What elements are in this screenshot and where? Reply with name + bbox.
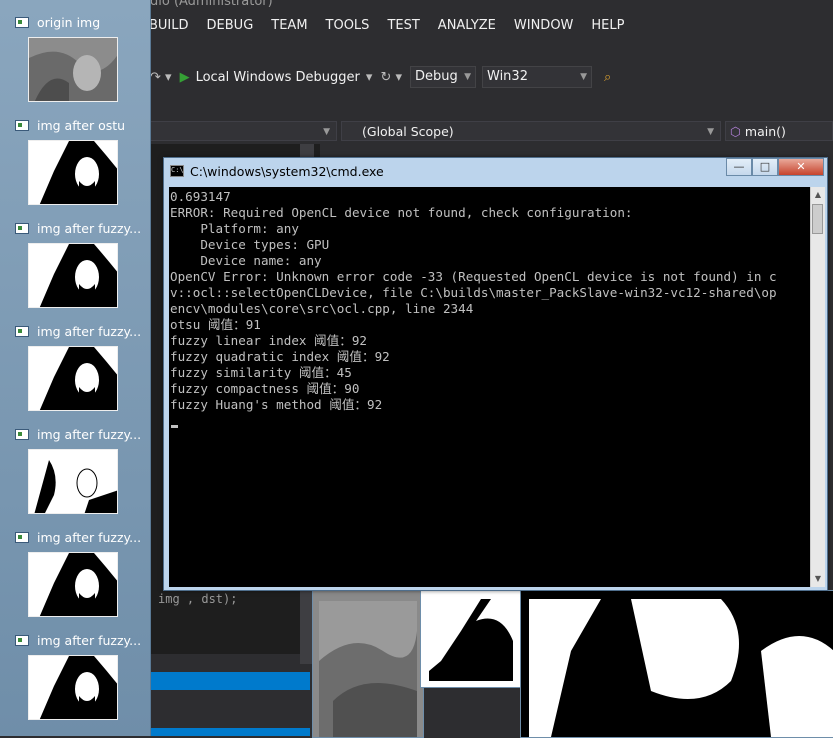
image-window-item[interactable]: img after fuzzy... xyxy=(0,624,150,727)
lena-gray-image xyxy=(313,591,423,737)
console-scrollbar[interactable]: ▲ ▼ xyxy=(810,187,825,587)
window-thumbnail[interactable] xyxy=(28,449,118,514)
menu-item-debug[interactable]: DEBUG xyxy=(198,18,263,38)
menu-item-analyze[interactable]: ANALYZE xyxy=(429,18,505,38)
cmd-icon: C:\ xyxy=(170,165,184,177)
scroll-up-icon[interactable]: ▲ xyxy=(811,187,825,203)
chevron-down-icon: ▼ xyxy=(464,72,471,82)
window-icon xyxy=(15,532,29,543)
console-line: v::ocl::selectOpenCLDevice, file C:\buil… xyxy=(170,285,777,300)
vs-toolbar: ↷ ▾ ▶ Local Windows Debugger ▾ ↻ ▾ Debug… xyxy=(150,64,619,90)
menu-item-tools[interactable]: TOOLS xyxy=(317,18,379,38)
menu-item-test[interactable]: TEST xyxy=(378,18,428,38)
window-thumbnail[interactable] xyxy=(28,243,118,308)
debugger-button[interactable]: Local Windows Debugger xyxy=(196,70,360,85)
console-line: fuzzy compactness 阈值：90 xyxy=(170,381,360,396)
window-label: img after fuzzy... xyxy=(37,530,142,545)
image-window-item[interactable]: img after fuzzy... xyxy=(0,521,150,624)
image-window-item[interactable]: img after fuzzy... xyxy=(0,418,150,521)
function-icon: ⬡ xyxy=(730,124,745,139)
window-label: img after ostu xyxy=(37,118,126,133)
image-window-item[interactable]: origin img xyxy=(0,6,150,109)
vs-menu-bar: BUILD DEBUG TEAM TOOLS TEST ANALYZE WINDOW HELP xyxy=(140,18,633,38)
window-thumbnail[interactable] xyxy=(28,37,118,102)
window-label: img after fuzzy... xyxy=(37,633,142,648)
console-line: fuzzy Huang's method 阈值：92 xyxy=(170,397,383,412)
console-line: 0.693147 xyxy=(170,189,231,204)
console-output[interactable]: 0.693147 ERROR: Required OpenCL device no… xyxy=(169,187,810,587)
chevron-down-icon: ▼ xyxy=(707,127,714,137)
console-line: OpenCV Error: Unknown error code -33 (Re… xyxy=(170,269,777,284)
window-icon xyxy=(15,17,29,28)
scope-value: (Global Scope) xyxy=(362,124,454,139)
scroll-down-icon[interactable]: ▼ xyxy=(811,571,825,587)
window-thumbnail[interactable] xyxy=(28,552,118,617)
console-cursor xyxy=(171,425,178,428)
status-bar xyxy=(150,728,310,736)
window-label: img after fuzzy... xyxy=(37,324,142,339)
window-icon xyxy=(15,635,29,646)
window-icon xyxy=(15,120,29,131)
scope-dropdown[interactable]: (Global Scope) ▼ xyxy=(341,121,721,141)
close-button[interactable]: ✕ xyxy=(778,158,824,176)
image-window-bw-large[interactable] xyxy=(520,590,833,738)
window-label: img after fuzzy... xyxy=(37,221,142,236)
debugger-dropdown-icon[interactable]: ▾ xyxy=(366,70,373,85)
lena-bw-image xyxy=(421,591,521,687)
menu-item-help[interactable]: HELP xyxy=(582,18,633,38)
maximize-button[interactable]: □ xyxy=(752,158,778,176)
redo-icon[interactable]: ↷ ▾ xyxy=(150,70,172,85)
window-icon xyxy=(15,326,29,337)
platform-select[interactable]: Win32 ▼ xyxy=(482,66,592,88)
scroll-thumb[interactable] xyxy=(812,204,823,234)
start-debug-icon[interactable]: ▶ xyxy=(180,70,190,85)
navigation-bar: ▼ (Global Scope) ▼ ⬡ main() xyxy=(150,121,833,143)
highlight-bar xyxy=(150,672,310,690)
console-line: fuzzy similarity 阈值：45 xyxy=(170,365,352,380)
console-line: Device name: any xyxy=(170,253,322,268)
window-icon xyxy=(15,429,29,440)
window-thumbnail[interactable] xyxy=(28,655,118,720)
find-in-files-icon[interactable]: ⌕ xyxy=(604,70,611,85)
image-windows-sidebar: origin img img after ostu img after fuzzy.… xyxy=(0,0,151,736)
image-window-item[interactable]: img after fuzzy... xyxy=(0,212,150,315)
menu-item-team[interactable]: TEAM xyxy=(262,18,316,38)
console-line: otsu 阈值：91 xyxy=(170,317,261,332)
console-line: fuzzy linear index 阈值：92 xyxy=(170,333,368,348)
project-scope-dropdown[interactable]: ▼ xyxy=(150,121,337,141)
console-line: Platform: any xyxy=(170,221,299,236)
configuration-select[interactable]: Debug ▼ xyxy=(410,66,476,88)
window-thumbnail[interactable] xyxy=(28,346,118,411)
console-line: encv\modules\core\src\ocl.cpp, line 2344 xyxy=(170,301,474,316)
window-label: img after fuzzy... xyxy=(37,427,142,442)
window-icon xyxy=(15,223,29,234)
console-line: fuzzy quadratic index 阈值：92 xyxy=(170,349,390,364)
console-line: Device types: GPU xyxy=(170,237,330,252)
chevron-down-icon: ▼ xyxy=(323,127,330,137)
image-window-bw-small[interactable] xyxy=(420,590,522,688)
image-window-item[interactable]: img after fuzzy... xyxy=(0,315,150,418)
function-value: main() xyxy=(744,124,786,139)
console-lines: 0.693147 ERROR: Required OpenCL device no… xyxy=(170,189,777,413)
platform-value: Win32 xyxy=(487,69,528,84)
refresh-icon[interactable]: ↻ ▾ xyxy=(380,70,402,85)
window-label: origin img xyxy=(37,15,101,30)
vs-title: dio (Administrator) xyxy=(150,0,273,9)
minimize-button[interactable]: — xyxy=(726,158,752,176)
cmd-title: C:\windows\system32\cmd.exe xyxy=(190,164,384,179)
configuration-value: Debug xyxy=(415,69,458,84)
lena-bw-large-image xyxy=(521,591,833,737)
code-line: img , dst); xyxy=(158,592,238,606)
image-window-gray[interactable] xyxy=(312,590,424,738)
console-line: ERROR: Required OpenCL device not found,… xyxy=(170,205,633,220)
cmd-window[interactable]: C:\ C:\windows\system32\cmd.exe — □ ✕ 0.… xyxy=(163,157,828,591)
function-dropdown[interactable]: ⬡ main() xyxy=(725,121,833,141)
chevron-down-icon: ▼ xyxy=(580,72,587,82)
window-thumbnail[interactable] xyxy=(28,140,118,205)
image-window-item[interactable]: img after ostu xyxy=(0,109,150,212)
menu-item-window[interactable]: WINDOW xyxy=(505,18,583,38)
